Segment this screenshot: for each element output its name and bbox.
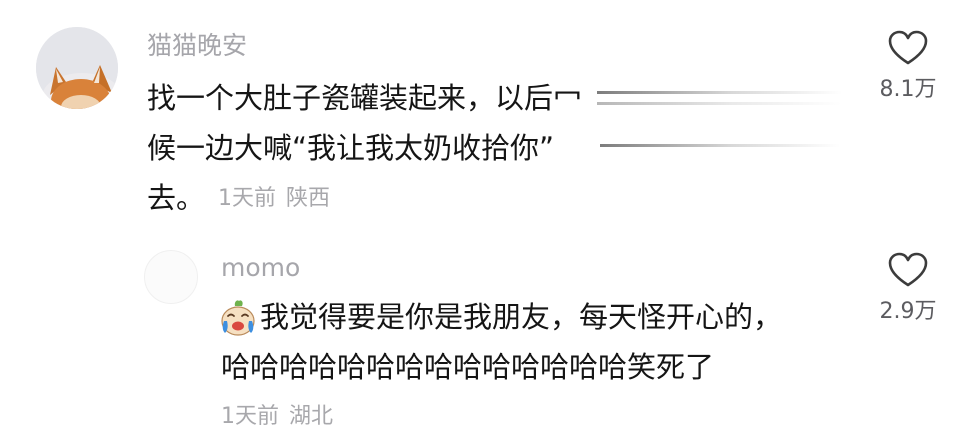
shiba-dog-avatar-icon — [36, 27, 118, 109]
reply-text-line-2: 哈哈哈哈哈哈哈哈哈哈哈哈哈哈笑死了 — [221, 350, 715, 384]
blur-overlay — [600, 133, 840, 163]
reply-username[interactable]: momo — [221, 253, 300, 283]
comment-time: 1天前 — [218, 186, 276, 211]
reply-user-avatar[interactable] — [144, 250, 198, 304]
comment-like-count: 8.1万 — [879, 77, 937, 102]
heart-outline-icon — [888, 30, 928, 65]
comment-username[interactable]: 猫猫晚安 — [147, 31, 247, 61]
comment-location: 陕西 — [286, 186, 331, 211]
reply-meta: 1天前 湖北 — [221, 403, 333, 431]
blur-overlay — [597, 83, 842, 113]
comment-text-line-3: 去。 — [147, 181, 206, 215]
comment-text-line-2: 候一边大喊“我让我太奶收拾你” — [147, 131, 555, 165]
reply-location: 湖北 — [289, 404, 334, 429]
crying-laughing-emoji-icon — [218, 297, 258, 337]
reply-text-line-1: 我觉得要是你是我朋友，每天怪开心的， — [260, 300, 783, 334]
comment-thread: 猫猫晚安 找一个大肚子瓷罐装起来，以后冖 候一边大喊“我让我太奶收拾你” 去。 … — [0, 0, 960, 436]
reply-like-count: 2.9万 — [879, 299, 937, 324]
user-avatar[interactable] — [36, 27, 118, 109]
comment-meta: 1天前 陕西 — [218, 185, 330, 213]
reply-like-button[interactable]: 2.9万 — [863, 252, 953, 326]
reply-time: 1天前 — [221, 404, 279, 429]
comment-like-button[interactable]: 8.1万 — [863, 30, 953, 104]
comment-text-line-1: 找一个大肚子瓷罐装起来，以后冖 — [147, 81, 583, 115]
heart-outline-icon — [888, 252, 928, 287]
